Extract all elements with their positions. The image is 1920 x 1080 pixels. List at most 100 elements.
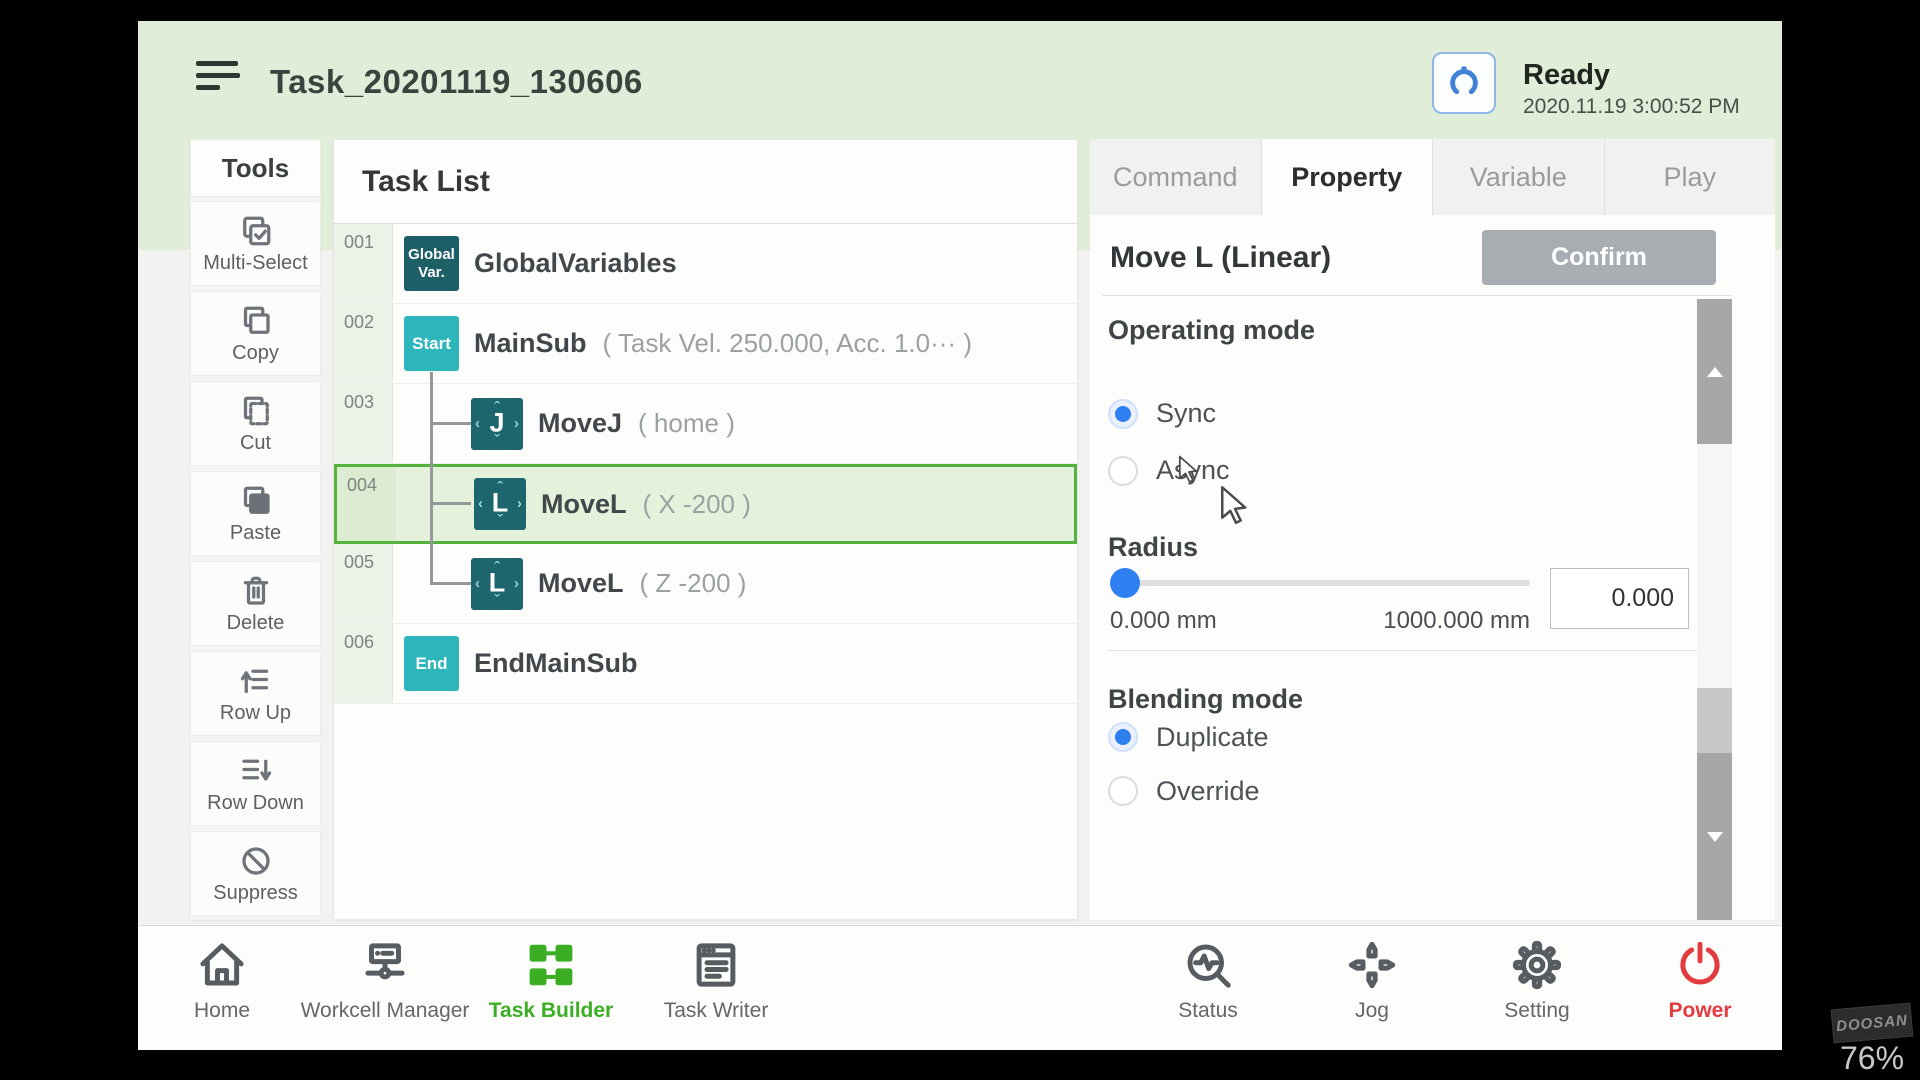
divider xyxy=(1102,295,1732,296)
radius-slider-track[interactable] xyxy=(1113,580,1530,586)
scroll-thumb[interactable] xyxy=(1697,688,1732,753)
operating-mode-options: SyncAsync xyxy=(1108,385,1508,499)
mouse-cursor xyxy=(1220,485,1256,530)
row-name: EndMainSub xyxy=(474,648,638,679)
tab-property[interactable]: Property xyxy=(1262,139,1434,215)
command-heading: Move L (Linear) xyxy=(1110,230,1331,285)
radius-input[interactable]: 0.000 xyxy=(1550,568,1689,629)
nav-label: Jog xyxy=(1277,999,1467,1023)
nav-label: Workcell Manager xyxy=(290,999,480,1023)
tools-list: Multi-Select Copy Cut Paste Delete Row Up Row … xyxy=(190,201,321,916)
tool-suppress[interactable]: Suppress xyxy=(190,831,321,916)
nav-label: Status xyxy=(1113,999,1303,1023)
row-body: Lˆˇ‹›MoveL( Z -200 ) xyxy=(393,544,1077,623)
workcell-icon xyxy=(358,938,412,992)
command-badge: Start xyxy=(404,316,459,371)
move-l-command-icon: Lˆˇ‹› xyxy=(471,558,523,610)
task-row-002[interactable]: 002StartMainSub( Task Vel. 250.000, Acc.… xyxy=(334,304,1077,384)
bottom-nav: HomeWorkcell ManagerTask BuilderTask Wri… xyxy=(138,925,1782,1050)
cursor-icon xyxy=(1220,485,1256,530)
nav-task-writer[interactable]: Task Writer xyxy=(621,938,811,1023)
operating-mode-label: Operating mode xyxy=(1108,315,1315,346)
radio-option-duplicate[interactable]: Duplicate xyxy=(1108,710,1508,764)
robot-status-button[interactable] xyxy=(1432,52,1496,114)
tool-paste[interactable]: Paste xyxy=(190,471,321,556)
robot-icon xyxy=(1443,62,1485,104)
triangle-down-icon xyxy=(1707,832,1723,842)
cursor-icon xyxy=(1178,455,1204,487)
row-params: ( home ) xyxy=(638,408,735,439)
task-title: Task_20201119_130606 xyxy=(270,63,643,101)
task-row-001[interactable]: 001GlobalVar.GlobalVariables xyxy=(334,224,1077,304)
tool-copy[interactable]: Copy xyxy=(190,291,321,376)
setting-icon xyxy=(1510,938,1564,992)
tool-delete[interactable]: Delete xyxy=(190,561,321,646)
task-list-panel: Task List 001GlobalVar.GlobalVariables00… xyxy=(333,139,1078,920)
cut-icon xyxy=(238,393,274,429)
tool-label: Row Up xyxy=(220,702,291,725)
nav-jog[interactable]: Jog xyxy=(1277,938,1467,1023)
radio-unselected-icon xyxy=(1108,456,1138,486)
scrollbar[interactable] xyxy=(1697,299,1732,920)
nav-task-builder[interactable]: Task Builder xyxy=(456,938,646,1023)
tab-command[interactable]: Command xyxy=(1090,139,1262,215)
radio-option-async[interactable]: Async xyxy=(1108,442,1508,499)
radius-slider-thumb[interactable] xyxy=(1110,568,1140,598)
nav-setting[interactable]: Setting xyxy=(1442,938,1632,1023)
row-number: 003 xyxy=(334,384,393,463)
tab-bar: CommandPropertyVariablePlay xyxy=(1090,139,1775,215)
tool-label: Row Down xyxy=(207,792,304,815)
tab-play[interactable]: Play xyxy=(1605,139,1776,215)
copy-icon xyxy=(238,303,274,339)
row-body: Jˆˇ‹›MoveJ( home ) xyxy=(393,384,1077,463)
scroll-up-button[interactable] xyxy=(1697,299,1732,444)
row-body: EndEndMainSub xyxy=(393,624,1077,703)
nav-power[interactable]: Power xyxy=(1605,938,1782,1023)
home-icon xyxy=(195,938,249,992)
tool-row-down[interactable]: Row Down xyxy=(190,741,321,826)
row-name: MoveL xyxy=(541,489,627,520)
suppress-icon xyxy=(238,843,274,879)
multi-select-icon xyxy=(238,213,274,249)
task-row-006[interactable]: 006EndEndMainSub xyxy=(334,624,1077,704)
task-list-title: Task List xyxy=(334,140,1077,224)
confirm-button[interactable]: Confirm xyxy=(1482,230,1716,285)
zoom-percent: 76% xyxy=(1840,1040,1904,1077)
radius-max-label: 1000.000 mm xyxy=(1330,607,1530,635)
row-number: 004 xyxy=(337,467,396,541)
tool-label: Copy xyxy=(232,342,279,365)
jog-icon xyxy=(1345,938,1399,992)
nav-workcell-manager[interactable]: Workcell Manager xyxy=(290,938,480,1023)
tool-label: Delete xyxy=(227,612,285,635)
tab-variable[interactable]: Variable xyxy=(1433,139,1605,215)
row-name: MoveL xyxy=(538,568,624,599)
property-body: Move L (Linear) Confirm Operating mode S… xyxy=(1090,215,1775,920)
tree-line-connector xyxy=(430,582,471,585)
move-l-command-icon: Lˆˇ‹› xyxy=(474,478,526,530)
row-body: Lˆˇ‹›MoveL( X -200 ) xyxy=(396,467,1074,541)
row-number: 006 xyxy=(334,624,393,703)
divider xyxy=(1108,650,1706,651)
radio-option-override[interactable]: Override xyxy=(1108,764,1508,818)
radio-label: Duplicate xyxy=(1156,722,1269,753)
app-window: Task_20201119_130606 Ready 2020.11.19 3:… xyxy=(138,21,1782,1050)
menu-button[interactable] xyxy=(196,61,242,97)
status-icon xyxy=(1181,938,1235,992)
task-rows: 001GlobalVar.GlobalVariables002StartMain… xyxy=(334,224,1077,704)
tool-label: Paste xyxy=(230,522,281,545)
nav-status[interactable]: Status xyxy=(1113,938,1303,1023)
tree-line-connector xyxy=(430,502,471,505)
mouse-cursor xyxy=(1178,455,1204,487)
tool-row-up[interactable]: Row Up xyxy=(190,651,321,736)
scroll-down-button[interactable] xyxy=(1697,753,1732,920)
nav-label: Task Writer xyxy=(621,999,811,1023)
radio-selected-icon xyxy=(1108,399,1138,429)
tool-multi-select[interactable]: Multi-Select xyxy=(190,201,321,286)
task-builder-icon xyxy=(524,938,578,992)
radio-option-sync[interactable]: Sync xyxy=(1108,385,1508,442)
radio-label: Override xyxy=(1156,776,1260,807)
tool-cut[interactable]: Cut xyxy=(190,381,321,466)
tools-panel: Tools Multi-SelectCopyCutPasteDeleteRow … xyxy=(190,139,321,920)
row-body: GlobalVar.GlobalVariables xyxy=(393,224,1077,303)
nav-label: Power xyxy=(1605,999,1782,1023)
